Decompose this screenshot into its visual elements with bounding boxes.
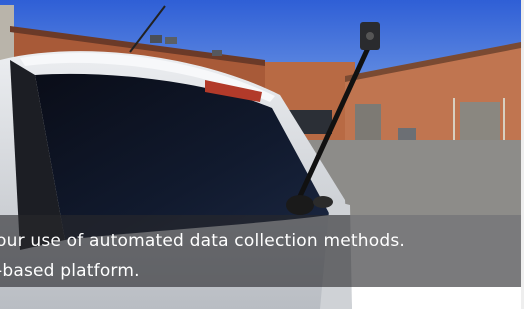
caption-line-2: -based platform. [0, 261, 140, 281]
caption-line-1: our use of automated data collection met… [0, 231, 405, 251]
video-frame: our use of automated data collection met… [0, 0, 521, 309]
